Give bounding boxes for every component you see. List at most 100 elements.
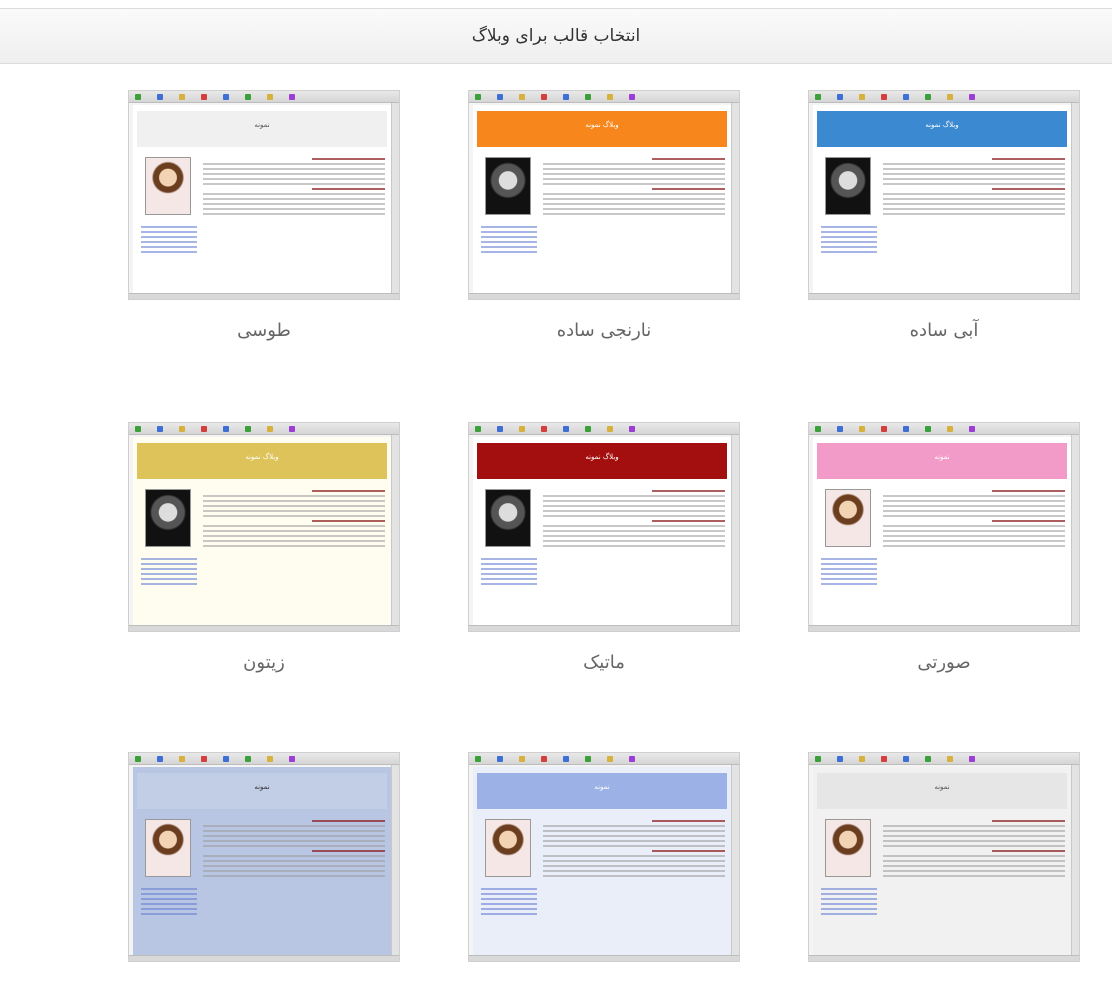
thumb-page: نمونه <box>813 437 1071 625</box>
theme-card-lipstick[interactable]: وبلاگ نمونه ماتیک <box>468 422 740 673</box>
avatar <box>145 489 191 547</box>
toolbar-icon <box>629 426 635 432</box>
status-bar <box>809 293 1079 299</box>
theme-label[interactable]: زیتون <box>128 652 400 673</box>
theme-thumbnail[interactable]: وبلاگ نمونه <box>468 422 740 632</box>
avatar <box>485 157 531 215</box>
toolbar-icon <box>585 426 591 432</box>
theme-thumbnail[interactable]: نمونه <box>128 90 400 300</box>
avatar <box>485 489 531 547</box>
toolbar-icon <box>157 426 163 432</box>
sidebar-links <box>821 223 877 289</box>
theme-card-8[interactable]: نمونه <box>468 752 740 962</box>
post-text <box>883 155 1065 291</box>
theme-card-orange[interactable]: وبلاگ نمونه نارنجی ساده <box>468 90 740 341</box>
theme-card-9[interactable]: نمونه <box>128 752 400 962</box>
sidebar-links <box>481 223 537 289</box>
thumb-page: نمونه <box>473 767 731 955</box>
toolbar-icon <box>859 426 865 432</box>
browser-toolbar <box>469 753 739 765</box>
theme-thumbnail[interactable]: نمونه <box>808 422 1080 632</box>
scrollbar <box>731 103 739 293</box>
toolbar-icon <box>563 426 569 432</box>
thumb-banner: نمونه <box>817 773 1067 809</box>
theme-label[interactable]: نارنجی ساده <box>468 320 740 341</box>
toolbar-icon <box>607 426 613 432</box>
theme-thumbnail[interactable]: وبلاگ نمونه <box>808 90 1080 300</box>
thumb-page: نمونه <box>133 767 391 955</box>
thumb-banner: وبلاگ نمونه <box>137 443 387 479</box>
sidebar-links <box>821 885 877 951</box>
toolbar-icon <box>519 756 525 762</box>
status-bar <box>129 955 399 961</box>
banner-text: وبلاگ نمونه <box>925 121 959 129</box>
toolbar-icon <box>201 756 207 762</box>
toolbar-icon <box>925 94 931 100</box>
thumb-banner: وبلاگ نمونه <box>477 111 727 147</box>
toolbar-icon <box>519 94 525 100</box>
toolbar-icon <box>497 426 503 432</box>
theme-card-gray[interactable]: نمونه طوسی <box>128 90 400 341</box>
post-text <box>203 487 385 623</box>
status-bar <box>469 955 739 961</box>
theme-thumbnail[interactable]: نمونه <box>468 752 740 962</box>
post-text <box>883 487 1065 623</box>
theme-label[interactable]: ماتیک <box>468 652 740 673</box>
banner-text: وبلاگ نمونه <box>585 121 619 129</box>
toolbar-icon <box>859 94 865 100</box>
toolbar-icon <box>475 94 481 100</box>
theme-label[interactable]: آبی ساده <box>808 320 1080 341</box>
theme-card-blue[interactable]: وبلاگ نمونه آبی ساده <box>808 90 1080 341</box>
toolbar-icon <box>497 94 503 100</box>
status-bar <box>129 293 399 299</box>
toolbar-icon <box>629 756 635 762</box>
banner-text: نمونه <box>594 783 610 791</box>
thumb-page: وبلاگ نمونه <box>813 105 1071 293</box>
toolbar-icon <box>837 756 843 762</box>
toolbar-icon <box>947 94 953 100</box>
theme-label[interactable]: صورتی <box>808 652 1080 673</box>
thumb-page: وبلاگ نمونه <box>133 437 391 625</box>
toolbar-icon <box>903 426 909 432</box>
toolbar-icon <box>969 94 975 100</box>
toolbar-icon <box>903 756 909 762</box>
thumb-page: نمونه <box>133 105 391 293</box>
toolbar-icon <box>815 94 821 100</box>
browser-toolbar <box>469 91 739 103</box>
post-text <box>203 155 385 291</box>
toolbar-icon <box>607 756 613 762</box>
status-bar <box>129 625 399 631</box>
theme-thumbnail[interactable]: وبلاگ نمونه <box>468 90 740 300</box>
thumb-page: نمونه <box>813 767 1071 955</box>
theme-card-olive[interactable]: وبلاگ نمونه زیتون <box>128 422 400 673</box>
banner-text: وبلاگ نمونه <box>245 453 279 461</box>
avatar <box>825 819 871 877</box>
toolbar-icon <box>135 756 141 762</box>
scrollbar <box>391 103 399 293</box>
status-bar <box>469 625 739 631</box>
theme-thumbnail[interactable]: نمونه <box>808 752 1080 962</box>
thumb-banner: نمونه <box>477 773 727 809</box>
toolbar-icon <box>475 756 481 762</box>
theme-card-7[interactable]: نمونه <box>808 752 1080 962</box>
toolbar-icon <box>497 756 503 762</box>
theme-label[interactable]: طوسی <box>128 320 400 341</box>
toolbar-icon <box>925 426 931 432</box>
toolbar-icon <box>201 426 207 432</box>
theme-thumbnail[interactable]: وبلاگ نمونه <box>128 422 400 632</box>
toolbar-icon <box>223 756 229 762</box>
toolbar-icon <box>541 426 547 432</box>
banner-text: نمونه <box>254 121 270 129</box>
banner-text: نمونه <box>934 453 950 461</box>
toolbar-icon <box>223 94 229 100</box>
toolbar-icon <box>837 426 843 432</box>
toolbar-icon <box>881 94 887 100</box>
theme-thumbnail[interactable]: نمونه <box>128 752 400 962</box>
thumb-banner: وبلاگ نمونه <box>817 111 1067 147</box>
toolbar-icon <box>179 426 185 432</box>
avatar <box>145 819 191 877</box>
toolbar-icon <box>969 426 975 432</box>
theme-card-pink[interactable]: نمونه صورتی <box>808 422 1080 673</box>
toolbar-icon <box>837 94 843 100</box>
toolbar-icon <box>629 94 635 100</box>
